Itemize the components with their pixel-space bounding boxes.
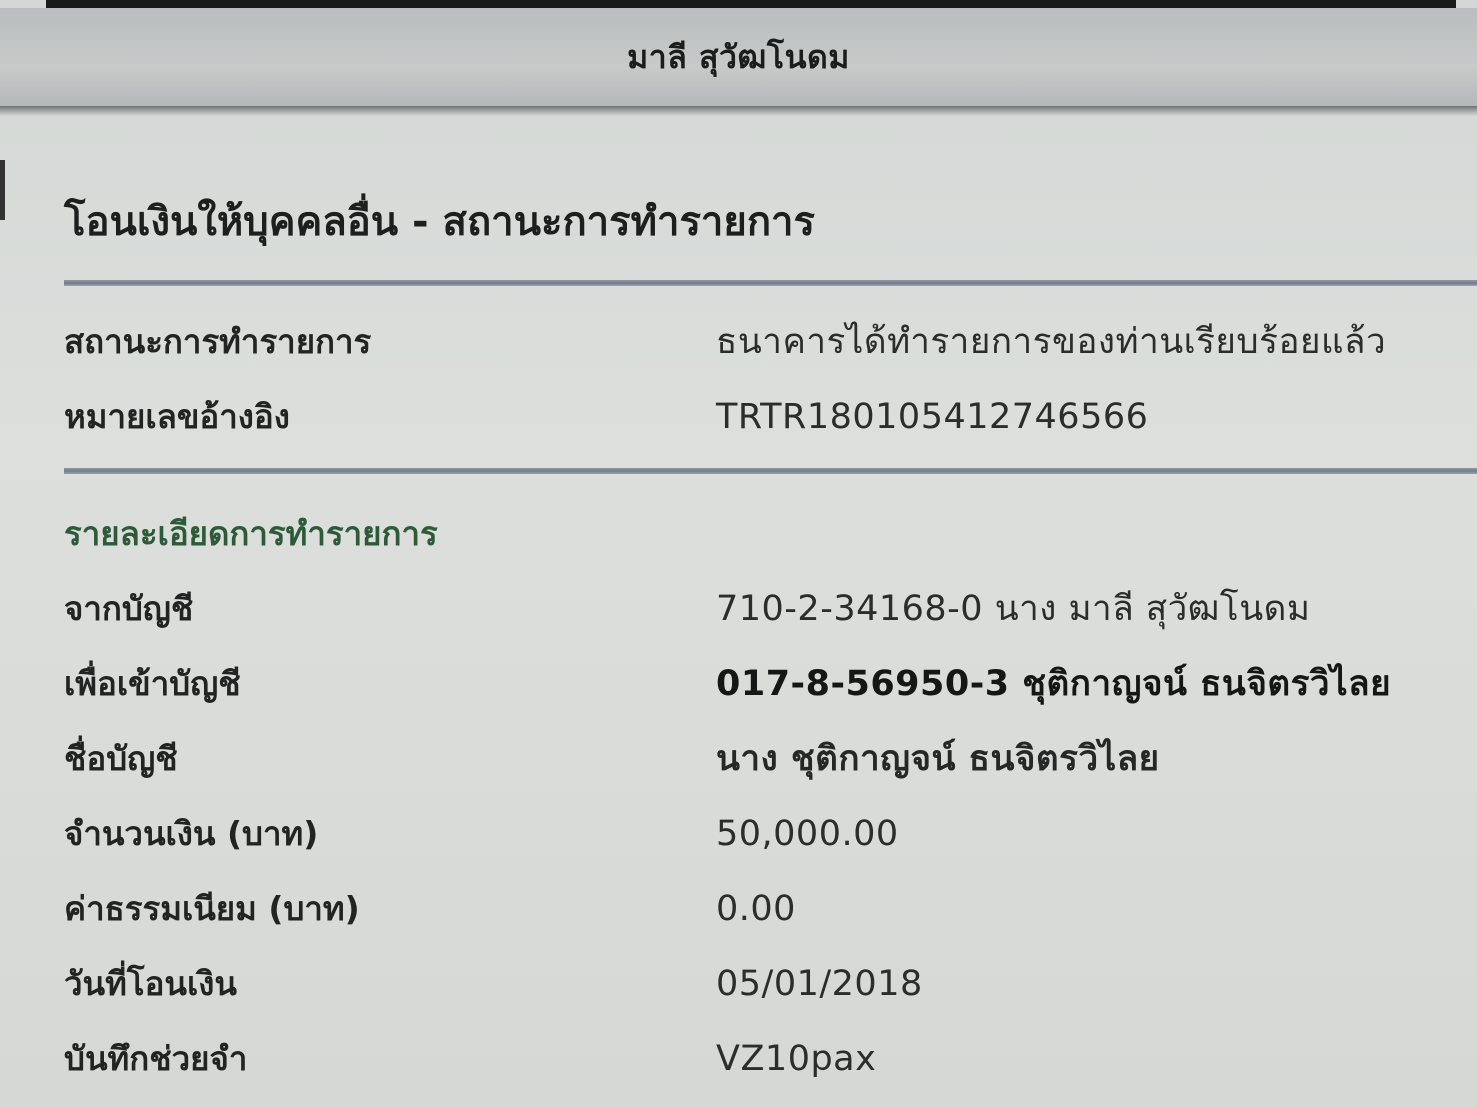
- fee-row: ค่าธรรมเนียม (บาท) 0.00: [64, 871, 1477, 946]
- memo-value: VZ10pax: [716, 1038, 877, 1079]
- to-account-label: เพื่อเข้าบัญชี: [64, 664, 241, 703]
- account-name-row: ชื่อบัญชี นาง ชุติกาญจน์ ธนจิตรวิไลย: [64, 721, 1477, 796]
- memo-row: บันทึกช่วยจำ VZ10pax: [64, 1021, 1477, 1096]
- header-bar: มาลี สุวัฒโนดม: [0, 8, 1477, 106]
- user-name: มาลี สุวัฒโนดม: [627, 37, 850, 76]
- status-row: สถานะการทำรายการ ธนาคารได้ทำรายการของท่า…: [64, 304, 1477, 379]
- transfer-status-page: มาลี สุวัฒโนดม โอนเงินให้บุคคลอื่น - สถา…: [0, 0, 1477, 1108]
- from-account-value: 710-2-34168-0 นาง มาลี สุวัฒโนดม: [716, 589, 1311, 629]
- status-label: สถานะการทำรายการ: [64, 322, 372, 361]
- main-content: โอนเงินให้บุคคลอื่น - สถานะการทำรายการ ส…: [64, 170, 1477, 1096]
- amount-row: จำนวนเงิน (บาท) 50,000.00: [64, 796, 1477, 871]
- to-account-row: เพื่อเข้าบัญชี 017-8-56950-3 ชุติกาญจน์ …: [64, 646, 1477, 721]
- transfer-date-label: วันที่โอนเงิน: [64, 964, 237, 1003]
- reference-label: หมายเลขอ้างอิง: [64, 397, 290, 436]
- page-title: โอนเงินให้บุคคลอื่น - สถานะการทำรายการ: [64, 199, 815, 245]
- fee-label: ค่าธรรมเนียม (บาท): [64, 889, 360, 928]
- status-value: ธนาคารได้ทำรายการของท่านเรียบร้อยแล้ว: [716, 322, 1387, 362]
- account-name-value: นาง ชุติกาญจน์ ธนจิตรวิไลย: [716, 739, 1160, 779]
- amount-value: 50,000.00: [716, 813, 899, 854]
- memo-label: บันทึกช่วยจำ: [64, 1039, 248, 1078]
- status-divider: [64, 468, 1477, 474]
- title-divider: [64, 280, 1477, 286]
- transfer-date-value: 05/01/2018: [716, 963, 923, 1004]
- reference-value: TRTR180105412746566: [716, 396, 1149, 437]
- transfer-date-row: วันที่โอนเงิน 05/01/2018: [64, 946, 1477, 1021]
- status-block: สถานะการทำรายการ ธนาคารได้ทำรายการของท่า…: [64, 304, 1477, 454]
- details-section-title: รายละเอียดการทำรายการ: [64, 514, 438, 553]
- details-block: รายละเอียดการทำรายการ จากบัญชี 710-2-341…: [64, 496, 1477, 1096]
- top-window-edge: [46, 0, 1456, 8]
- to-account-value: 017-8-56950-3 ชุติกาญจน์ ธนจิตรวิไลย: [716, 664, 1392, 704]
- from-account-row: จากบัญชี 710-2-34168-0 นาง มาลี สุวัฒโนด…: [64, 571, 1477, 646]
- fee-value: 0.00: [716, 888, 796, 929]
- from-account-label: จากบัญชี: [64, 589, 194, 628]
- header-shadow: [0, 106, 1477, 116]
- reference-row: หมายเลขอ้างอิง TRTR180105412746566: [64, 379, 1477, 454]
- amount-label: จำนวนเงิน (บาท): [64, 814, 319, 853]
- account-name-label: ชื่อบัญชี: [64, 739, 178, 778]
- left-edge-marker: [0, 160, 5, 220]
